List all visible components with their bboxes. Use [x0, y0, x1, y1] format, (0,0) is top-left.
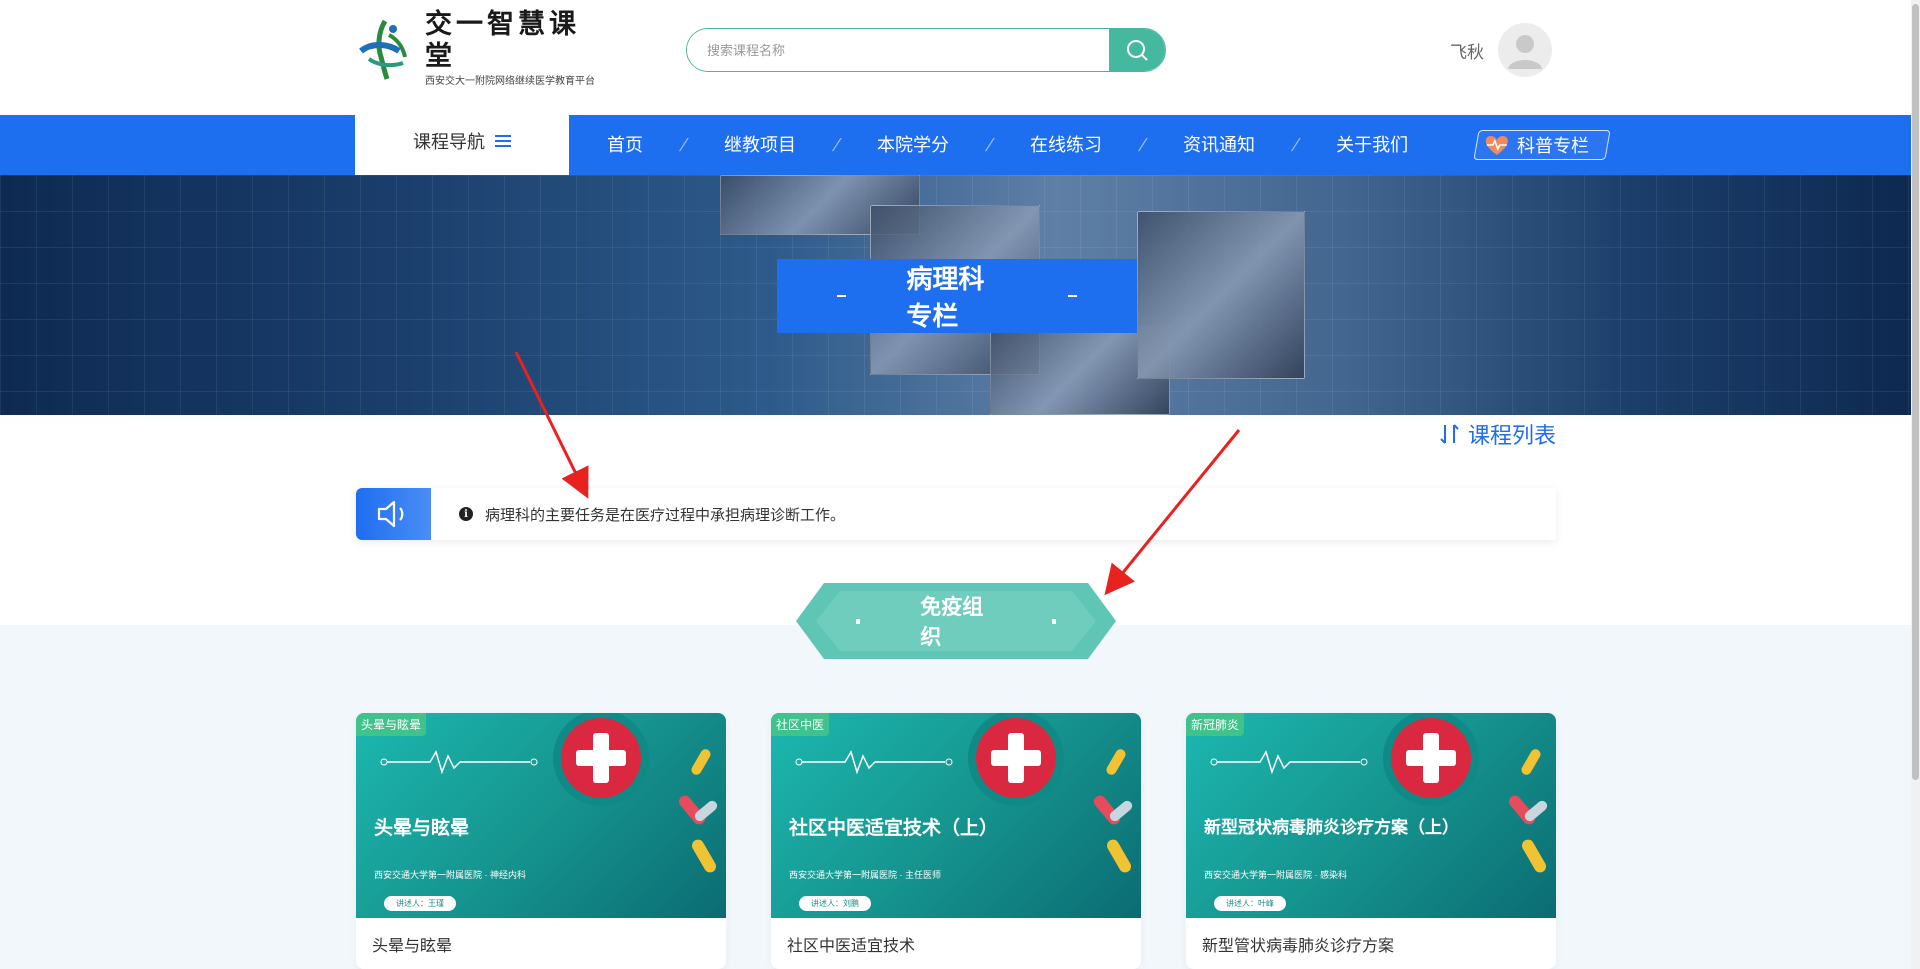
card-title[interactable]: 社区中医适宜技术: [771, 918, 1141, 969]
banner-title: 病理科专栏: [906, 264, 985, 331]
nav-item-about[interactable]: 关于我们: [1298, 115, 1446, 175]
card-title[interactable]: 新型管状病毒肺炎诊疗方案: [1186, 918, 1556, 969]
medical-cross-icon: [1383, 713, 1479, 806]
card-title[interactable]: 头晕与眩晕: [356, 918, 726, 969]
poster-speaker: 讲述人：叶峰: [1214, 896, 1286, 911]
nav-item-hospital-credits[interactable]: 本院学分: [839, 115, 987, 175]
poster-subtitle: 西安交通大学第一附属医院 · 神经内科: [374, 870, 526, 880]
course-card[interactable]: 新冠肺炎 新型冠状病毒肺炎诊疗方案（上） 西安交通大学第一附属医院 · 感染科 …: [1186, 713, 1556, 969]
main-nav: 课程导航 首页 / 继教项目 / 本院学分 / 在线练习 / 资讯通知 / 关于…: [0, 107, 1920, 175]
course-card[interactable]: 社区中医 社区中医适宜技术（上） 西安交通大学第一附属医院 · 主任医师 讲述人…: [771, 713, 1141, 969]
course-card[interactable]: 头晕与眩晕 头晕与眩晕 西安交通大学第一附属医院 · 神经内科 讲述人：王瑾 头…: [356, 713, 726, 969]
pulse-line-icon: [795, 750, 953, 775]
card-tag: 社区中医: [771, 713, 830, 736]
user-icon: [1508, 35, 1542, 69]
page-scrollbar[interactable]: [1911, 0, 1920, 969]
poster-title: 社区中医适宜技术（上）: [789, 818, 999, 839]
section-title-banner: 免疫组织: [796, 583, 1116, 659]
info-icon: i: [459, 507, 473, 521]
course-list-label: 课程列表: [1468, 423, 1557, 448]
menu-icon: [495, 132, 511, 150]
pills-icon: [1093, 749, 1133, 873]
logo-icon: [355, 17, 419, 81]
user-area: 飞秋: [1450, 23, 1552, 77]
search-icon: [1127, 40, 1148, 61]
course-nav-label: 课程导航: [413, 132, 485, 152]
nav-item-home[interactable]: 首页: [569, 115, 681, 175]
nav-item-online-practice[interactable]: 在线练习: [992, 115, 1140, 175]
speaker-icon: [356, 488, 431, 540]
search-bar: [686, 28, 1166, 72]
notice-bar: i 病理科的主要任务是在医疗过程中承担病理诊断工作。: [356, 488, 1556, 540]
search-input[interactable]: [687, 29, 1109, 71]
scrollbar-thumb[interactable]: [1912, 4, 1919, 780]
nav-item-continuing-education[interactable]: 继教项目: [686, 115, 834, 175]
pills-icon: [1508, 749, 1548, 873]
nav-item-news[interactable]: 资讯通知: [1145, 115, 1293, 175]
banner-title-box: 病理科专栏: [777, 259, 1137, 333]
search-button[interactable]: [1109, 29, 1165, 71]
poster-title: 头晕与眩晕: [374, 818, 470, 839]
course-list-link[interactable]: 课程列表: [1440, 418, 1556, 450]
course-nav-button[interactable]: 课程导航: [355, 107, 569, 175]
nav-item-science-column[interactable]: 科普专栏: [1473, 130, 1611, 160]
hero-banner: 病理科专栏: [0, 175, 1920, 415]
poster-speaker: 讲述人：刘鹏: [799, 896, 871, 911]
card-tag: 新冠肺炎: [1186, 713, 1245, 736]
course-cards: 头晕与眩晕 头晕与眩晕 西安交通大学第一附属医院 · 神经内科 讲述人：王瑾 头…: [356, 713, 1556, 969]
banner-scan-image: [1137, 211, 1305, 379]
course-poster: 社区中医 社区中医适宜技术（上） 西安交通大学第一附属医院 · 主任医师 讲述人…: [771, 713, 1141, 918]
pills-icon: [678, 749, 718, 873]
card-tag: 头晕与眩晕: [356, 713, 427, 736]
logo-subtitle: 西安交大一附院网络继续医学教育平台: [425, 76, 595, 87]
pulse-line-icon: [1210, 750, 1368, 775]
course-poster: 新冠肺炎 新型冠状病毒肺炎诊疗方案（上） 西安交通大学第一附属医院 · 感染科 …: [1186, 713, 1556, 918]
poster-title: 新型冠状病毒肺炎诊疗方案（上）: [1204, 818, 1459, 837]
poster-subtitle: 西安交通大学第一附属医院 · 主任医师: [789, 870, 941, 880]
pulse-line-icon: [380, 750, 538, 775]
header: 交一智慧课堂 西安交大一附院网络继续医学教育平台 飞秋: [0, 0, 1920, 115]
poster-speaker: 讲述人：王瑾: [384, 896, 456, 911]
avatar[interactable]: [1498, 23, 1552, 77]
course-poster: 头晕与眩晕 头晕与眩晕 西安交通大学第一附属医院 · 神经内科 讲述人：王瑾: [356, 713, 726, 918]
notice-text: 病理科的主要任务是在医疗过程中承担病理诊断工作。: [485, 506, 846, 524]
science-column-label: 科普专栏: [1517, 136, 1590, 156]
sort-icon: [1440, 424, 1459, 444]
poster-subtitle: 西安交通大学第一附属医院 · 感染科: [1204, 870, 1347, 880]
heart-pulse-icon: [1485, 136, 1508, 155]
medical-cross-icon: [968, 713, 1064, 806]
site-logo[interactable]: 交一智慧课堂 西安交大一附院网络继续医学教育平台: [355, 9, 605, 87]
medical-cross-icon: [553, 713, 649, 806]
username[interactable]: 飞秋: [1450, 38, 1484, 63]
section-title: 免疫组织: [920, 596, 984, 649]
logo-title: 交一智慧课堂: [425, 9, 580, 72]
